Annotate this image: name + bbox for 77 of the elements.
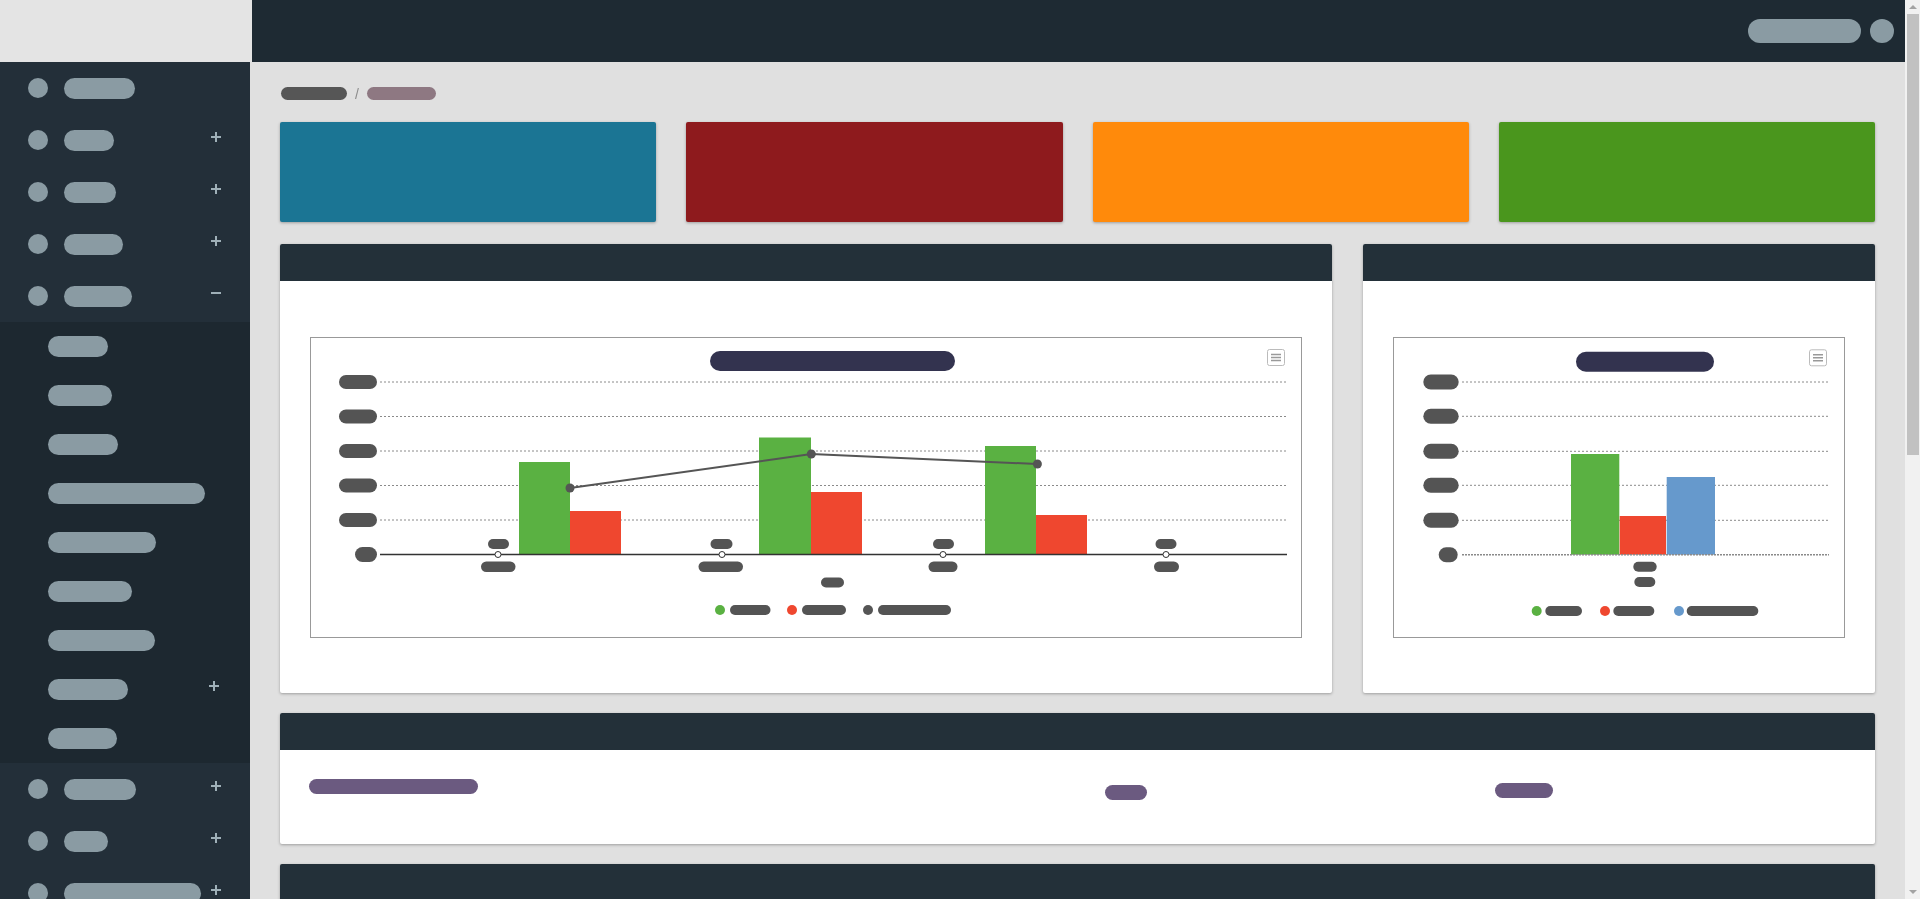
line-point	[806, 449, 816, 459]
menu-icon[interactable]	[1809, 349, 1827, 367]
axis-label-bar	[1423, 477, 1459, 493]
menu-label-bar[interactable]	[64, 830, 108, 852]
axis-label-bar	[488, 539, 509, 549]
bullet-icon	[28, 130, 48, 150]
bullet-icon	[28, 234, 48, 254]
axis-label-bar	[1154, 561, 1179, 572]
axis-label-bar	[821, 577, 844, 588]
axis-label-bar	[1633, 561, 1657, 572]
axis-label-bar	[355, 547, 377, 562]
legend-label-bar	[802, 605, 846, 615]
bullet-icon	[28, 831, 48, 851]
axis-label-bar	[1438, 547, 1458, 563]
axis-label-bar	[1423, 408, 1459, 424]
plus-icon[interactable]	[211, 183, 221, 194]
scrollbar-track[interactable]	[1905, 0, 1920, 899]
axis-label-bar	[339, 478, 377, 493]
axis-label-bar	[698, 561, 743, 572]
axis-label-bar	[1155, 539, 1177, 549]
axis-label-bar	[1423, 512, 1459, 528]
axis-label-bar	[339, 513, 377, 527]
menu-label-bar[interactable]	[48, 336, 108, 357]
plus-icon[interactable]	[209, 681, 219, 691]
axis-label-bar	[1423, 443, 1459, 459]
axis-label-bar	[933, 539, 954, 549]
menu-label-bar[interactable]	[64, 882, 201, 899]
axis-label-bar	[339, 375, 377, 389]
menu-label-bar[interactable]	[48, 385, 112, 406]
menu-label-bar[interactable]	[64, 778, 136, 800]
bullet-icon	[28, 182, 48, 202]
menu-label-bar[interactable]	[64, 77, 135, 99]
axis-label-bar	[339, 409, 377, 424]
axis-tick-marker	[494, 551, 502, 558]
plus-icon[interactable]	[211, 131, 221, 142]
axis-tick-marker	[718, 551, 726, 558]
bullet-icon	[28, 779, 48, 799]
plus-icon[interactable]	[211, 780, 221, 791]
menu-label-bar[interactable]	[64, 129, 114, 151]
plus-icon[interactable]	[211, 832, 221, 843]
breadcrumb-link-bar[interactable]	[366, 87, 436, 100]
bullet-icon	[28, 286, 48, 306]
menu-label-bar[interactable]	[64, 285, 132, 307]
legend-label-bar	[1613, 606, 1655, 616]
axis-tick-marker	[939, 551, 947, 558]
menu-label-bar[interactable]	[48, 483, 205, 504]
axis-tick-marker	[1162, 551, 1170, 558]
user-name-bar[interactable]	[1748, 19, 1861, 43]
bullet-icon	[28, 78, 48, 98]
menu-label-bar[interactable]	[48, 532, 156, 553]
menu-label-bar[interactable]	[64, 233, 123, 255]
axis-label-bar	[710, 539, 733, 549]
breadcrumb-separator: /	[355, 86, 359, 101]
link-label-bar[interactable]	[1105, 785, 1147, 800]
link-label-bar[interactable]	[1495, 783, 1553, 798]
scrollbar-thumb[interactable]	[1906, 14, 1919, 455]
menu-label-bar[interactable]	[48, 630, 155, 651]
axis-label-bar	[1423, 374, 1459, 390]
menu-label-bar[interactable]	[48, 728, 117, 749]
breadcrumb-link-bar[interactable]	[281, 87, 347, 100]
line-point	[565, 483, 575, 493]
plus-icon[interactable]	[211, 884, 221, 895]
avatar-icon[interactable]	[1870, 19, 1894, 43]
bullet-icon	[28, 883, 48, 899]
axis-label-bar	[928, 561, 958, 572]
line-point	[1032, 459, 1042, 469]
menu-label-bar[interactable]	[64, 181, 116, 203]
menu-label-bar[interactable]	[48, 434, 118, 455]
menu-icon[interactable]	[1267, 349, 1285, 366]
axis-label-bar	[481, 561, 516, 572]
legend-label-bar	[1545, 606, 1582, 616]
menu-label-bar[interactable]	[48, 679, 128, 700]
menu-label-bar[interactable]	[48, 581, 132, 602]
axis-label-bar	[1634, 577, 1656, 587]
plus-icon[interactable]	[211, 235, 221, 246]
axis-label-bar	[339, 444, 377, 458]
legend-label-bar	[730, 605, 771, 615]
